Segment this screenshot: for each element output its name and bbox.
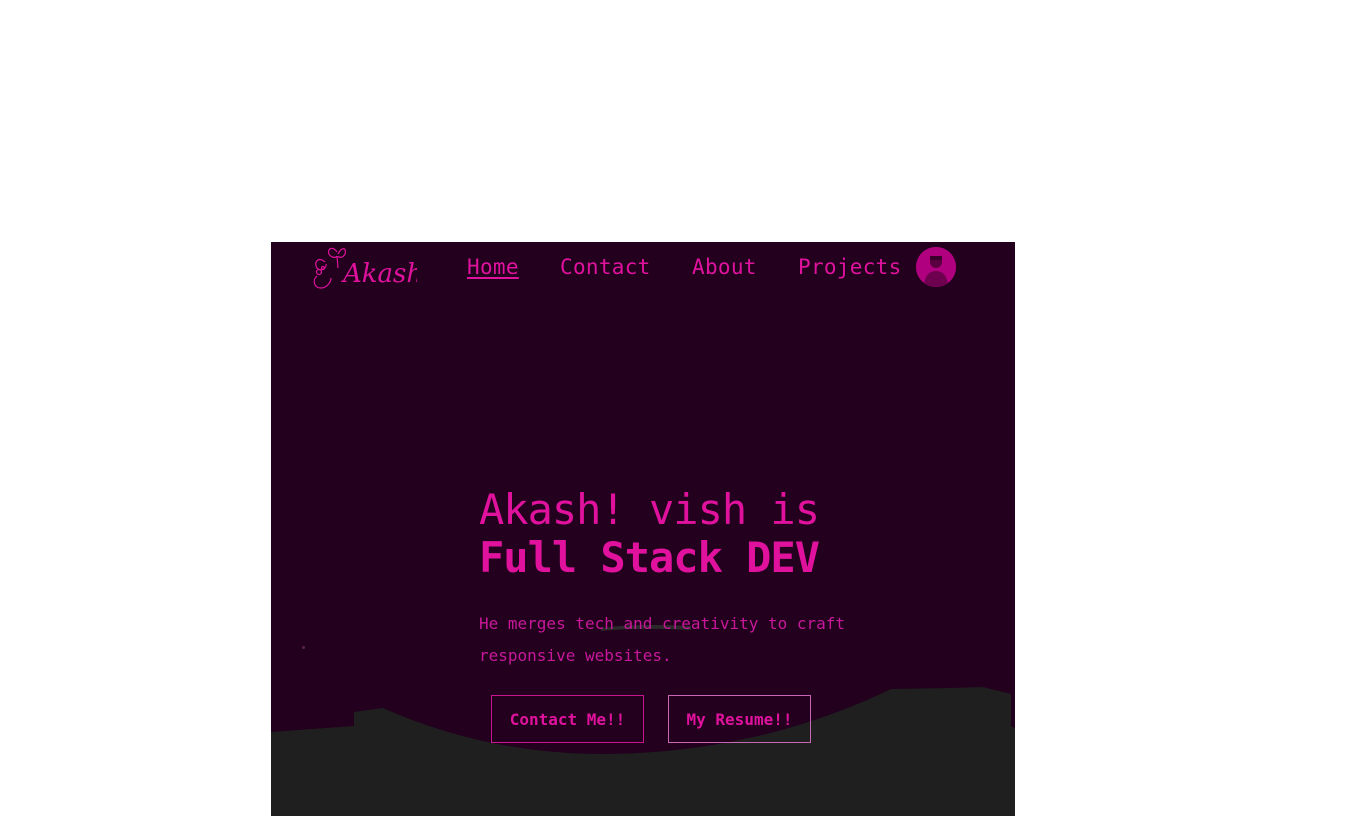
navbar: Akash Home Contact About Projects xyxy=(271,242,1015,294)
hero-description: He merges tech and creativity to craft r… xyxy=(479,614,846,665)
nav-contact[interactable]: Contact xyxy=(560,252,651,282)
profile-photo-icon xyxy=(916,247,956,287)
contact-me-button[interactable]: Contact Me!! xyxy=(491,695,644,743)
hero-title-line1: Akash! vish is xyxy=(479,485,820,534)
avatar[interactable] xyxy=(916,247,956,287)
hero-title: Akash! vish is Full Stack DEV xyxy=(479,486,999,582)
nav-home[interactable]: Home xyxy=(467,252,519,282)
svg-text:Akash: Akash xyxy=(341,259,417,289)
butterfly-logo-icon: Akash xyxy=(313,247,417,289)
my-resume-button[interactable]: My Resume!! xyxy=(668,695,811,743)
logo[interactable]: Akash xyxy=(309,242,417,294)
nav-about[interactable]: About xyxy=(692,252,757,282)
hero-title-line2: Full Stack DEV xyxy=(479,533,820,582)
star-dot xyxy=(302,646,305,649)
portfolio-viewport: Akash Home Contact About Projects Akash!… xyxy=(271,242,1015,816)
nav-projects[interactable]: Projects xyxy=(798,252,902,282)
